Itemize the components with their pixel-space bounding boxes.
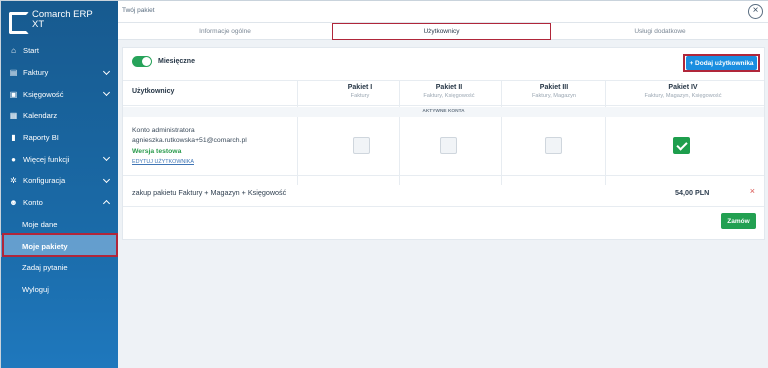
chart-icon: ▮: [11, 133, 16, 143]
tab-informacje-ogolne[interactable]: Informacje ogólne: [118, 23, 332, 40]
users-panel: Miesięczne + Dodaj użytkownika Użytkowni…: [122, 47, 765, 240]
comarch-logo-icon: [9, 10, 29, 34]
chevron-down-icon: [102, 154, 111, 162]
accounting-icon: ▣: [9, 89, 18, 99]
active-accounts-label: AKTYWNE KONTA: [123, 107, 764, 117]
sidebar-item-raporty-bi[interactable]: ▮ Raporty BI: [1, 127, 118, 149]
column-divider: [399, 80, 400, 185]
purchase-summary: zakup pakietu Faktury + Magazyn + Księgo…: [132, 188, 287, 197]
user-row: Konto administratora agnieszka.rutkowska…: [132, 126, 247, 167]
sidebar-item-konto[interactable]: ☻ Konto: [1, 192, 118, 214]
tab-bar: Informacje ogólne Użytkownicy Usługi dod…: [118, 23, 768, 40]
tab-uzytkownicy[interactable]: Użytkownicy: [332, 23, 551, 40]
chevron-down-icon: [102, 176, 111, 184]
package-4-checkbox[interactable]: [673, 137, 690, 154]
sidebar-subitem-zadaj-pytanie[interactable]: Zadaj pytanie: [1, 257, 118, 279]
column-divider: [501, 80, 502, 185]
user-email: agnieszka.rutkowska+51@comarch.pl: [132, 137, 247, 144]
package-header-3: Pakiet III Faktury, Magazyn: [531, 84, 577, 99]
sidebar-subitem-wyloguj[interactable]: Wyloguj: [1, 279, 118, 301]
chevron-down-icon: [102, 67, 111, 75]
purchase-price: 54,00 PLN: [675, 188, 710, 197]
tab-uslugi-dodatkowe[interactable]: Usługi dodatkowe: [551, 23, 768, 40]
users-column-header: Użytkownicy: [132, 88, 175, 95]
add-user-button[interactable]: + Dodaj użytkownika: [686, 56, 757, 70]
calendar-icon: ▦: [9, 111, 18, 121]
dialog-header: Twój pakiet ×: [118, 1, 768, 23]
user-icon: ☻: [9, 198, 18, 208]
package-header-1: Pakiet I Faktury: [347, 84, 373, 99]
chevron-down-icon: [102, 89, 111, 97]
package-header-4: Pakiet IV Faktury, Magazyn, Księgowość: [644, 84, 722, 99]
chevron-up-icon: [102, 199, 111, 207]
sidebar: Comarch ERP XT ⌂ Start ▤ Faktury ▣ Księg…: [1, 1, 118, 368]
sidebar-item-ksiegowosc[interactable]: ▣ Księgowość: [1, 83, 118, 105]
billing-period-label: Miesięczne: [158, 58, 195, 65]
app-name: Comarch ERP XT: [32, 9, 93, 30]
order-button[interactable]: Zamów: [721, 213, 756, 229]
sidebar-item-konfiguracja[interactable]: ✲ Konfiguracja: [1, 170, 118, 192]
home-icon: ⌂: [11, 46, 16, 56]
divider: [123, 206, 764, 207]
app-window: Comarch ERP XT ⌂ Start ▤ Faktury ▣ Księg…: [0, 0, 768, 368]
package-1-checkbox[interactable]: [353, 137, 370, 154]
app-logo: Comarch ERP XT: [9, 9, 93, 34]
trial-status: Wersja testowa: [132, 148, 182, 155]
edit-user-link[interactable]: EDYTUJ UŻYTKOWNIKA: [132, 157, 247, 167]
close-button[interactable]: ×: [748, 4, 763, 19]
sidebar-subitem-moje-dane[interactable]: Moje dane: [1, 214, 118, 236]
gear-icon: ✲: [10, 176, 17, 186]
highlight-frame-moje-pakiety: [2, 233, 118, 257]
column-divider: [297, 80, 298, 185]
user-name: Konto administratora: [132, 127, 195, 134]
main-content: Twój pakiet × Informacje ogólne Użytkown…: [118, 1, 768, 368]
packages-header-row: Użytkownicy Pakiet I Faktury Pakiet II F…: [123, 80, 764, 106]
billing-period-toggle[interactable]: [132, 56, 152, 67]
sidebar-nav: ⌂ Start ▤ Faktury ▣ Księgowość ▦ Kalenda…: [1, 40, 118, 300]
sidebar-item-faktury[interactable]: ▤ Faktury: [1, 62, 118, 84]
package-2-checkbox[interactable]: [440, 137, 457, 154]
sidebar-item-wiecej-funkcji[interactable]: ● Więcej funkcji: [1, 148, 118, 170]
package-header-2: Pakiet II Faktury, Księgowość: [423, 84, 475, 99]
column-divider: [605, 80, 606, 185]
info-icon: ●: [11, 154, 16, 164]
divider: [123, 175, 764, 176]
dialog-title: Twój pakiet: [122, 7, 155, 14]
remove-icon[interactable]: ×: [750, 186, 755, 196]
sidebar-item-start[interactable]: ⌂ Start: [1, 40, 118, 62]
invoice-icon: ▤: [9, 68, 18, 78]
sidebar-item-kalendarz[interactable]: ▦ Kalendarz: [1, 105, 118, 127]
package-3-checkbox[interactable]: [545, 137, 562, 154]
